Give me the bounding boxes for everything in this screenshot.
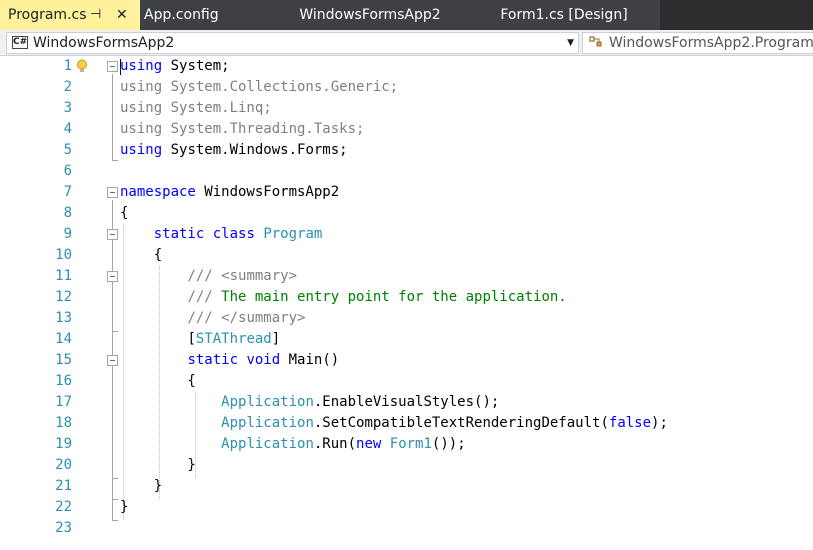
tab-label: Program.cs: [8, 7, 87, 23]
line-number: 14: [55, 331, 72, 347]
code-line[interactable]: 8 {: [0, 203, 813, 224]
code-text: static class Program: [153, 226, 323, 242]
code-text: }: [120, 457, 196, 473]
code-text: Application.SetCompatibleTextRenderingDe…: [221, 415, 668, 431]
code-line[interactable]: 2 using System.Collections.Generic;: [0, 77, 813, 98]
pin-icon[interactable]: ⊣: [90, 0, 101, 30]
line-number: 9: [63, 226, 72, 242]
line-number: 1: [63, 58, 72, 74]
line-number: 10: [55, 247, 72, 263]
line-number: 23: [55, 520, 72, 536]
line-number: 7: [63, 184, 72, 200]
code-text: [STAThread]: [187, 331, 281, 347]
code-line[interactable]: 21 }: [0, 476, 813, 497]
tab-label: Form1.cs [Design]: [500, 7, 628, 23]
code-text: {: [120, 205, 129, 221]
tab-form1-design[interactable]: Form1.cs [Design]: [468, 0, 660, 30]
chevron-down-icon[interactable]: ▼: [567, 33, 574, 53]
tab-windowsformsapp2[interactable]: WindowsFormsApp2: [272, 0, 468, 30]
code-text: {: [120, 373, 196, 389]
code-text: }: [120, 499, 129, 515]
code-line[interactable]: 19 Application.Run(new Form1());: [0, 434, 813, 455]
code-editor[interactable]: 1 using System; 2 using System.Collectio…: [0, 56, 813, 550]
class-icon: [588, 34, 604, 57]
project-dropdown[interactable]: C# WindowsFormsApp2 ▼: [6, 32, 579, 54]
code-text: /// The main entry point for the applica…: [187, 289, 567, 305]
code-line[interactable]: 23: [0, 518, 813, 539]
code-line[interactable]: 9 static class Program: [0, 224, 813, 245]
code-line[interactable]: 7 namespace WindowsFormsApp2: [0, 182, 813, 203]
code-text: static void Main(): [187, 352, 340, 368]
text-caret: [120, 59, 121, 75]
project-dropdown-value: WindowsFormsApp2: [33, 35, 175, 51]
navigation-bar: C# WindowsFormsApp2 ▼ WindowsFormsApp2.P…: [0, 30, 813, 56]
line-number: 5: [63, 142, 72, 158]
code-text: using System;: [120, 58, 230, 74]
line-number: 6: [63, 163, 72, 179]
tab-app-config[interactable]: App.config: [140, 0, 272, 30]
line-number: 16: [55, 373, 72, 389]
close-icon[interactable]: ✕: [116, 0, 128, 30]
code-line[interactable]: 14 [STAThread]: [0, 329, 813, 350]
code-text: using System.Windows.Forms;: [120, 142, 348, 158]
line-number: 21: [55, 478, 72, 494]
collapse-toggle[interactable]: [107, 61, 118, 72]
code-line[interactable]: 15 static void Main(): [0, 350, 813, 371]
line-number: 4: [63, 121, 72, 137]
code-text: namespace WindowsFormsApp2: [120, 184, 340, 200]
tab-label: App.config: [144, 7, 219, 23]
line-number: 13: [55, 310, 72, 326]
code-text: {: [120, 247, 163, 263]
code-text: Application.EnableVisualStyles();: [221, 394, 500, 410]
code-text: /// <summary>: [187, 268, 298, 284]
code-line[interactable]: 13 /// </summary>: [0, 308, 813, 329]
collapse-toggle[interactable]: [107, 271, 118, 282]
collapse-toggle[interactable]: [107, 187, 118, 198]
code-text: }: [120, 478, 163, 494]
tab-program-cs[interactable]: Program.cs ⊣ ✕: [0, 0, 140, 30]
line-number: 18: [55, 415, 72, 431]
code-line[interactable]: 11 /// <summary>: [0, 266, 813, 287]
code-text: Application.Run(new Form1());: [221, 436, 466, 452]
line-number: 17: [55, 394, 72, 410]
line-number: 12: [55, 289, 72, 305]
collapse-toggle[interactable]: [107, 229, 118, 240]
code-line[interactable]: 3 using System.Linq;: [0, 98, 813, 119]
code-line[interactable]: 5 using System.Windows.Forms;: [0, 140, 813, 161]
code-line[interactable]: 10 {: [0, 245, 813, 266]
line-number: 8: [63, 205, 72, 221]
line-number: 3: [63, 100, 72, 116]
code-line[interactable]: 6: [0, 161, 813, 182]
line-number: 11: [55, 268, 72, 284]
line-number: 2: [63, 79, 72, 95]
code-text: using System.Collections.Generic;: [120, 79, 399, 95]
code-line[interactable]: 1 using System;: [0, 56, 813, 77]
member-dropdown[interactable]: WindowsFormsApp2.Program: [582, 32, 813, 54]
code-line[interactable]: 20 }: [0, 455, 813, 476]
line-number: 15: [55, 352, 72, 368]
tab-label: WindowsFormsApp2: [299, 7, 441, 23]
code-text: /// </summary>: [187, 310, 306, 326]
code-line[interactable]: 4 using System.Threading.Tasks;: [0, 119, 813, 140]
lightbulb-icon[interactable]: [76, 59, 88, 74]
line-number: 22: [55, 499, 72, 515]
code-line[interactable]: 12 /// The main entry point for the appl…: [0, 287, 813, 308]
code-text: using System.Linq;: [120, 100, 272, 116]
code-line[interactable]: 16 {: [0, 371, 813, 392]
code-line[interactable]: 18 Application.SetCompatibleTextRenderin…: [0, 413, 813, 434]
member-dropdown-value: WindowsFormsApp2.Program: [609, 35, 813, 51]
csharp-project-icon: C#: [12, 36, 28, 49]
code-line[interactable]: 17 Application.EnableVisualStyles();: [0, 392, 813, 413]
line-number: 20: [55, 457, 72, 473]
code-line[interactable]: 22 }: [0, 497, 813, 518]
code-text: using System.Threading.Tasks;: [120, 121, 365, 137]
collapse-toggle[interactable]: [107, 355, 118, 366]
line-number: 19: [55, 436, 72, 452]
document-tab-bar: Program.cs ⊣ ✕ App.config WindowsFormsAp…: [0, 0, 813, 30]
